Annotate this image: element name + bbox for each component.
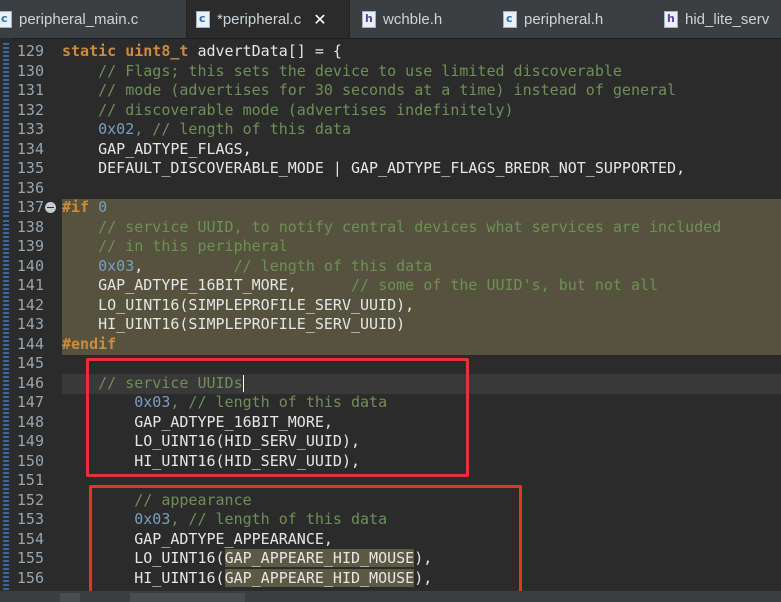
line-number: 149 [16,432,44,450]
code-line-133: 0x02, // length of this data [62,120,351,138]
code-line-134: GAP_ADTYPE_FLAGS, [62,139,252,158]
h-file-icon: h [664,10,678,28]
line-number: 155 [16,549,44,567]
tab-wchble-h[interactable]: h wchble.h [351,0,491,38]
tab-label: peripheral_main.c [19,10,139,28]
code-line-139: // in this peripheral [62,237,288,255]
code-line-137: #if 0 [62,198,108,216]
tab-hid-lite-serv[interactable]: h hid_lite_serv [653,0,781,38]
line-number: 153 [16,510,44,528]
line-number: 139 [16,237,44,255]
line-number: 146 [16,373,44,392]
line-number: 129 [16,42,44,60]
tab-label: wchble.h [383,10,443,28]
tab-label: peripheral.h [524,10,604,28]
line-number: 134 [16,139,44,158]
line-number: 147 [16,393,44,411]
line-number: 142 [16,295,44,314]
tab-peripheral-main-c[interactable]: c peripheral_main.c [0,0,183,38]
code-editor[interactable]: 129 130 131 132 133 134 135 136 137 138 … [0,38,781,602]
tab-peripheral-h[interactable]: c peripheral.h [492,0,652,38]
code-line-138: // service UUID, to notify central devic… [62,217,722,236]
line-number: 137 [16,198,44,216]
change-marker [3,220,9,600]
h-file-icon: h [362,10,376,28]
line-number: 144 [16,334,44,353]
editor-tab-bar: c peripheral_main.c c *peripheral.c ✕ h … [0,0,781,39]
code-line-143: HI_UINT16(SIMPLEPROFILE_SERV_UUID) [62,315,406,333]
line-number: 135 [16,159,44,177]
code-line-144: #endif [62,334,117,353]
tab-label: *peripheral.c [217,10,302,28]
code-line-140: 0x03, // length of this data [62,256,433,275]
c-file-icon: c [196,10,210,28]
line-number: 148 [16,412,44,431]
line-number: 150 [16,451,44,470]
editor-bottom-bar [0,591,781,602]
line-number: 141 [16,276,44,294]
code-line-131: // mode (advertises for 30 seconds at a … [62,81,677,99]
code-line-130: // Flags; this sets the device to use li… [62,61,622,80]
code-line-142: LO_UINT16(SIMPLEPROFILE_SERV_UUID), [62,295,415,314]
code-line-135: DEFAULT_DISCOVERABLE_MODE | GAP_ADTYPE_F… [62,159,686,177]
line-number: 130 [16,61,44,80]
bottom-bar-segment [60,593,80,602]
fold-toggle-icon[interactable] [45,202,56,213]
line-number: 136 [16,178,44,197]
tab-label: hid_lite_serv [685,10,770,28]
line-number: 133 [16,120,44,138]
code-line-132: // discoverable mode (advertises indefin… [62,100,514,119]
tab-peripheral-c[interactable]: c *peripheral.c ✕ [186,0,350,38]
line-number: 151 [16,471,44,489]
line-number: 140 [16,256,44,275]
code-line-141: GAP_ADTYPE_16BIT_MORE, // some of the UU… [62,276,659,294]
annotation-box-appearance [89,485,522,594]
line-number: 131 [16,81,44,99]
line-number: 156 [16,568,44,587]
annotation-box-service-uuids [86,358,469,477]
line-number: 138 [16,217,44,236]
line-number: 154 [16,529,44,548]
line-number: 145 [16,354,44,372]
change-marker [3,43,9,218]
bottom-bar-segment [130,593,245,602]
c-file-icon: c [503,10,517,28]
line-number: 132 [16,100,44,119]
close-tab-icon[interactable]: ✕ [313,10,326,29]
line-number: 152 [16,490,44,509]
c-file-icon: c [0,10,12,28]
code-line-129: static uint8_t advertData[] = { [62,42,342,60]
line-number: 143 [16,315,44,333]
